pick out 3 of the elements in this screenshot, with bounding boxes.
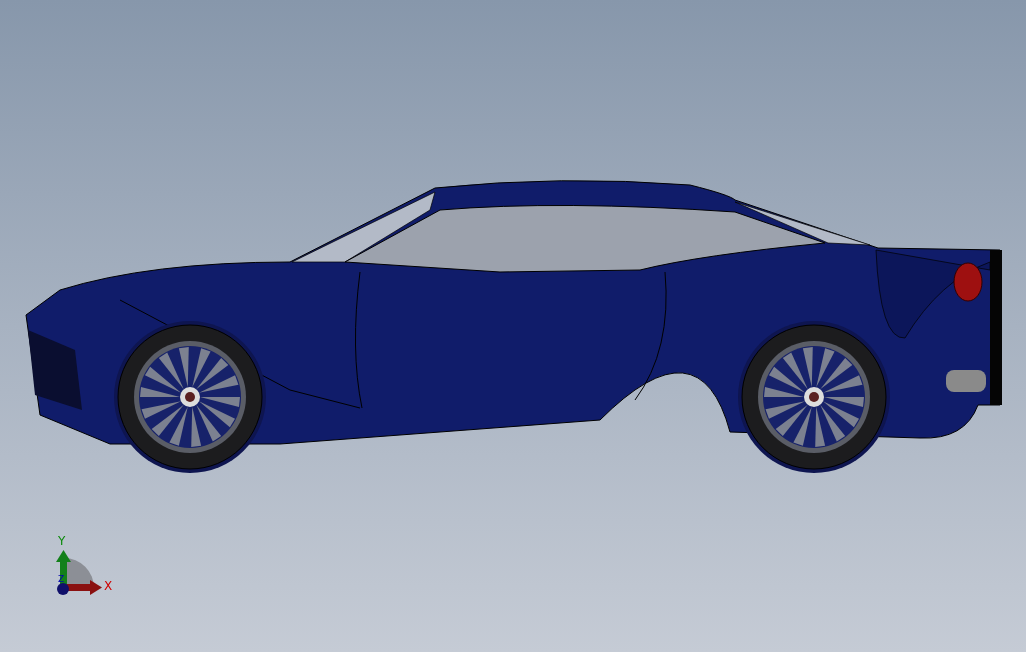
axis-label: Y [58,534,66,548]
axis-label: X [104,579,113,593]
axis-triad-drawing [56,550,102,595]
